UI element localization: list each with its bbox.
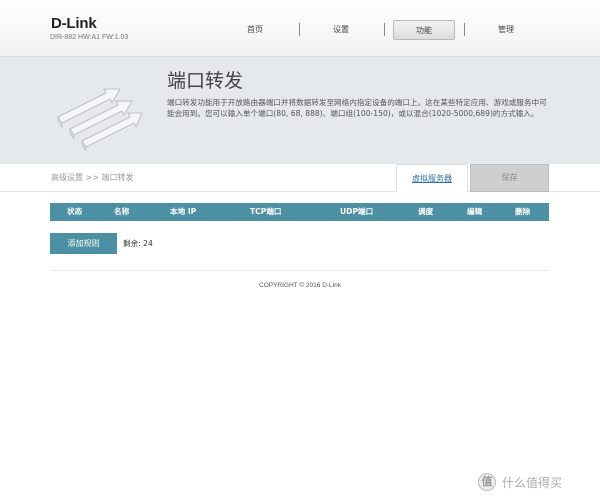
page-title: 端口转发 xyxy=(167,70,244,92)
nav-settings[interactable]: 设置 xyxy=(310,20,372,40)
copyright-text: COPYRIGHT © 2016 D-Link xyxy=(259,282,341,289)
breadcrumb-bar: 高级设置 >> 端口转发 虚拟服务器 保存 xyxy=(0,164,600,192)
nav-separator xyxy=(384,23,385,36)
nav-features[interactable]: 功能 xyxy=(393,20,455,40)
add-rule-button[interactable]: 添加规则 xyxy=(50,233,117,254)
watermark-text: 什么值得买 xyxy=(502,476,563,490)
column-udp-port: UDP端口 xyxy=(340,207,374,216)
page-description: 端口转发功能用于开放路由器端口并将数据转发至网络内指定设备的端口上。这在某些特定… xyxy=(167,98,547,118)
column-tcp-port: TCP端口 xyxy=(250,207,282,216)
nav-home[interactable]: 首页 xyxy=(224,20,286,40)
feature-banner: 端口转发 端口转发功能用于开放路由器端口并将数据转发至网络内指定设备的端口上。这… xyxy=(0,56,600,164)
top-header: D-Link DIR-882 HW:A1 FW:1.03 首页 设置 功能 管理 xyxy=(0,0,600,56)
column-delete: 删除 xyxy=(515,207,531,216)
column-status: 状态 xyxy=(67,207,83,216)
column-local-ip: 本地 IP xyxy=(170,207,197,216)
nav-separator xyxy=(299,23,300,36)
model-info: DIR-882 HW:A1 FW:1.03 xyxy=(50,34,129,41)
column-schedule: 调度 xyxy=(418,207,434,216)
column-edit: 编辑 xyxy=(467,207,483,216)
rules-table-header: 状态 名称 本地 IP TCP端口 UDP端口 调度 编辑 删除 xyxy=(50,203,549,221)
save-button[interactable]: 保存 xyxy=(470,164,549,192)
port-forward-arrows-icon xyxy=(57,88,142,151)
column-name: 名称 xyxy=(114,207,130,216)
nav-separator xyxy=(464,23,465,36)
dlink-logo: D-Link xyxy=(51,15,97,32)
watermark-logo-icon: 值 xyxy=(478,473,496,491)
breadcrumb: 高级设置 >> 端口转发 xyxy=(51,173,134,182)
footer-divider xyxy=(50,270,549,271)
nav-management[interactable]: 管理 xyxy=(475,20,537,40)
remaining-count: 剩余: 24 xyxy=(123,239,153,248)
virtual-server-button[interactable]: 虚拟服务器 xyxy=(396,164,468,192)
